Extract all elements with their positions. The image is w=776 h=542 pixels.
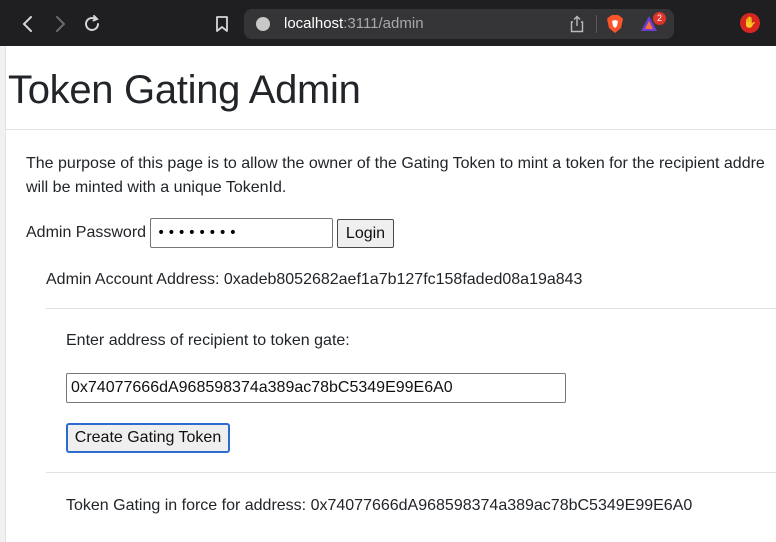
purpose-line-2: will be minted with a unique TokenId. [26, 179, 287, 196]
forward-arrow-icon[interactable] [48, 12, 72, 36]
url-text[interactable]: localhost:3111/admin [284, 15, 424, 32]
recipient-address-label: Enter address of recipient to token gate… [66, 332, 350, 349]
bookmark-icon[interactable] [212, 12, 232, 36]
brave-shields-icon[interactable] [606, 14, 624, 34]
address-bar-divider [596, 15, 597, 33]
admin-page: Token Gating Admin The purpose of this p… [6, 46, 776, 542]
purpose-line-1: The purpose of this page is to allow the… [26, 155, 765, 172]
create-gating-token-button[interactable]: Create Gating Token [66, 423, 230, 453]
section-divider [46, 308, 776, 309]
purpose-text: The purpose of this page is to allow the… [26, 152, 776, 200]
site-info-icon[interactable] [256, 17, 270, 31]
status-divider [46, 472, 776, 473]
browser-toolbar: localhost:3111/admin 2 ✋ [0, 0, 776, 46]
password-input[interactable] [150, 218, 333, 248]
title-divider [6, 129, 776, 130]
page-title: Token Gating Admin [8, 68, 361, 112]
login-button[interactable]: Login [337, 219, 394, 248]
gating-status: Token Gating in force for address: 0x740… [66, 497, 693, 514]
admin-account-address: Admin Account Address: 0xadeb8052682aef1… [46, 271, 583, 288]
address-bar[interactable]: localhost:3111/admin 2 [244, 9, 674, 39]
stop-hand-extension-icon[interactable]: ✋ [740, 13, 760, 33]
recipient-address-input[interactable] [66, 373, 566, 403]
password-label: Admin Password [26, 224, 147, 241]
back-arrow-icon[interactable] [16, 12, 40, 36]
reload-icon[interactable] [80, 12, 104, 36]
rewards-badge: 2 [653, 12, 666, 25]
share-icon[interactable] [570, 15, 584, 33]
